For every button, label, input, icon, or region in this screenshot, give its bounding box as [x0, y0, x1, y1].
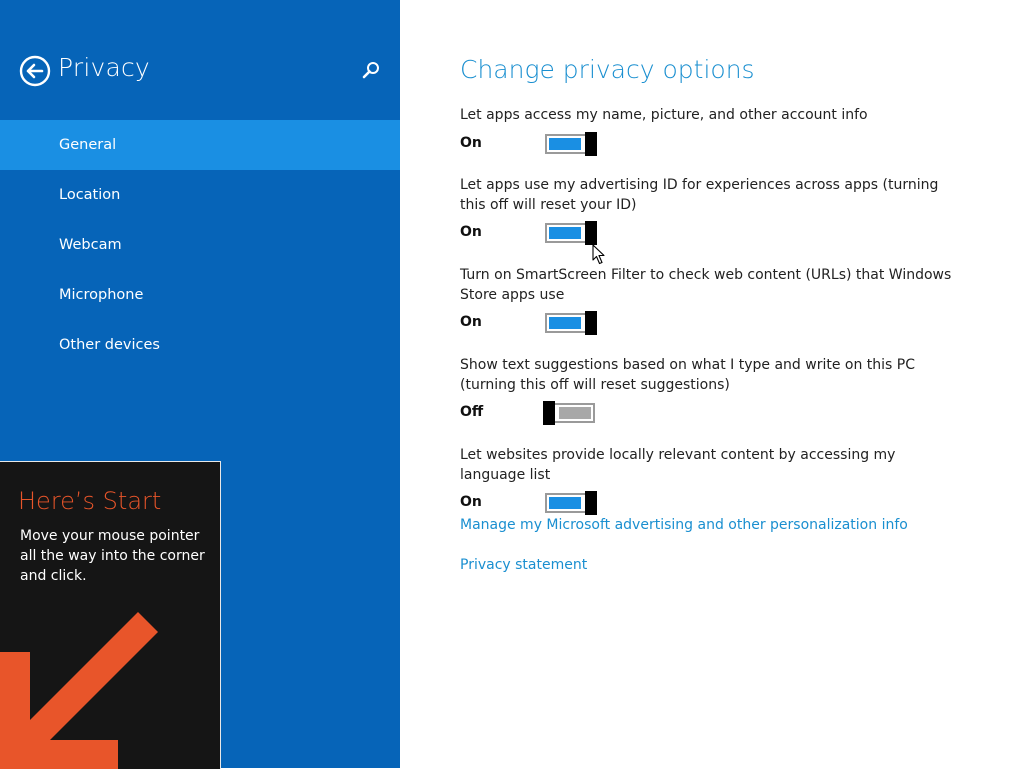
sidebar-item-microphone[interactable]: Microphone: [0, 270, 400, 320]
toggle-state-text: On: [460, 494, 482, 510]
setting-advertising-id: Let apps use my advertising ID for exper…: [460, 176, 970, 248]
toggle-state-text: On: [460, 224, 482, 240]
toggle-thumb[interactable]: [543, 401, 555, 425]
setting-text-suggestions: Show text suggestions based on what I ty…: [460, 356, 970, 428]
setting-language-list: Let websites provide locally relevant co…: [460, 446, 970, 518]
text-suggestions-toggle[interactable]: [543, 401, 595, 425]
toggle-fill: [559, 407, 591, 419]
sidebar-item-webcam[interactable]: Webcam: [0, 220, 400, 270]
tip-body: Move your mouse pointer all the way into…: [20, 528, 205, 584]
advertising-id-toggle[interactable]: [545, 221, 597, 245]
toggle-fill: [549, 497, 581, 509]
toggle-thumb[interactable]: [585, 131, 597, 156]
setting-smartscreen: Turn on SmartScreen Filter to check web …: [460, 266, 970, 338]
search-icon: [362, 62, 379, 79]
advertising-info-link[interactable]: Manage my Microsoft advertising and othe…: [460, 517, 908, 533]
sidebar-item-general[interactable]: General: [0, 120, 400, 170]
setting-state-row: On: [460, 129, 970, 159]
setting-state-row: On: [460, 218, 970, 248]
settings-sidebar: Privacy General Location Webcam Micropho…: [0, 0, 400, 769]
setting-label: Turn on SmartScreen Filter to check web …: [460, 267, 952, 303]
toggle-state-text: Off: [460, 404, 484, 420]
toggle-state-text: On: [460, 314, 482, 330]
privacy-statement-link[interactable]: Privacy statement: [460, 557, 587, 573]
sidebar-item-location[interactable]: Location: [0, 170, 400, 220]
toggle-thumb[interactable]: [585, 491, 597, 515]
down-left-arrow-icon: [0, 612, 158, 769]
setting-label: Show text suggestions based on what I ty…: [460, 357, 915, 393]
back-button[interactable]: [19, 55, 51, 87]
setting-label: Let apps access my name, picture, and ot…: [460, 107, 868, 123]
sidebar-header: Privacy: [0, 0, 400, 120]
setting-account-info: Let apps access my name, picture, and ot…: [460, 106, 970, 159]
toggle-thumb[interactable]: [585, 311, 597, 335]
smartscreen-toggle[interactable]: [545, 311, 597, 335]
setting-state-row: Off: [460, 398, 970, 428]
mouse-pointer-icon: [592, 244, 605, 265]
language-list-toggle[interactable]: [545, 491, 597, 515]
toggle-thumb[interactable]: [585, 221, 597, 245]
page-title: Change privacy options: [460, 55, 755, 84]
pane-title: Privacy: [58, 53, 150, 82]
start-tip-panel: Here’s Start Move your mouse pointer all…: [0, 461, 221, 769]
back-arrow-icon: [19, 55, 51, 87]
toggle-fill: [549, 227, 581, 239]
setting-state-row: On: [460, 308, 970, 338]
setting-state-row: On: [460, 488, 970, 518]
toggle-fill: [549, 317, 581, 329]
toggle-state-text: On: [460, 134, 482, 151]
toggle-fill: [549, 137, 581, 150]
setting-label: Let apps use my advertising ID for exper…: [460, 177, 939, 213]
search-button[interactable]: [360, 59, 382, 81]
privacy-nav-list: General Location Webcam Microphone Other…: [0, 120, 400, 370]
sidebar-item-other-devices[interactable]: Other devices: [0, 320, 400, 370]
tip-title: Here’s Start: [18, 487, 162, 515]
setting-label: Let websites provide locally relevant co…: [460, 447, 896, 483]
account-info-toggle[interactable]: [545, 131, 597, 156]
